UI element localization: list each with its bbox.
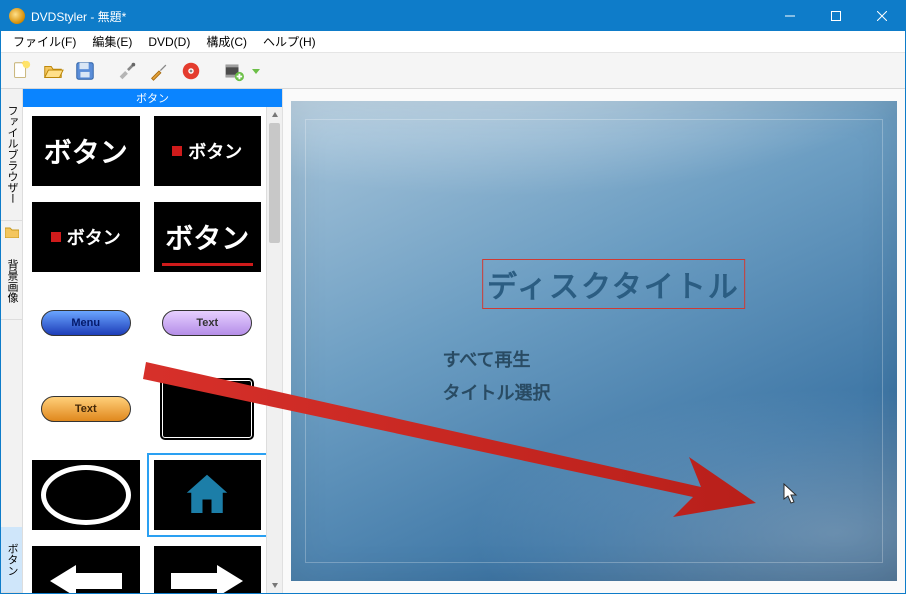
toolbar [1,53,905,89]
safe-area-frame [305,119,883,563]
btn-template-home[interactable] [151,457,265,533]
btn-template-text-orange[interactable]: Text [29,371,143,447]
scroll-up-icon[interactable] [267,107,282,123]
buttons-grid[interactable]: ボタン ボタン ボタン ボタン Menu Text Text Text Tex [23,107,266,593]
tool-save-icon[interactable] [71,57,99,85]
app-icon [9,8,25,24]
buttons-panel: ボタン ボタン ボタン ボタン ボタン Menu Text Text [23,89,283,593]
btn-template-ellipse[interactable] [29,457,143,533]
btn-template-label-underline[interactable]: ボタン [151,199,265,275]
btn-template-label-big[interactable]: ボタン [29,113,143,189]
body: ファイルブラウザー 背景画像 ボタン ボタン ボタン ボタン ボタン ボタン M… [1,89,905,593]
close-button[interactable] [859,1,905,31]
menu-edit[interactable]: 編集(E) [84,31,140,52]
mouse-cursor-icon [783,483,799,505]
btn-template-text-purple[interactable]: Text [151,285,265,361]
side-tab-buttons[interactable]: ボタン [1,527,22,593]
panel-title: ボタン [23,89,282,107]
maximize-button[interactable] [813,1,859,31]
window-controls [767,1,905,31]
scroll-thumb[interactable] [269,123,280,243]
menu-preview[interactable]: ディスクタイトル すべて再生 タイトル選択 [291,101,897,581]
tool-burn-icon[interactable] [177,57,205,85]
app-window: DVDStyler - 無題* ファイル(F) 編集(E) DVD(D) 構成(… [0,0,906,594]
tool-open-icon[interactable] [39,57,67,85]
side-tab-bg-images[interactable]: 背景画像 [1,243,22,320]
tool-settings-icon[interactable] [113,57,141,85]
menu-dvd[interactable]: DVD(D) [140,33,198,51]
menubar: ファイル(F) 編集(E) DVD(D) 構成(C) ヘルプ(H) [1,31,905,53]
tool-add-clip-dropdown[interactable] [251,57,261,85]
btn-template-arrow-right[interactable] [151,543,265,593]
btn-template-label-small-dot2[interactable]: ボタン [29,199,143,275]
menu-help[interactable]: ヘルプ(H) [255,31,324,52]
window-title: DVDStyler - 無題* [31,8,767,25]
menu-config[interactable]: 構成(C) [198,31,255,52]
btn-template-frame[interactable] [151,371,265,447]
side-tab-file-browser[interactable]: ファイルブラウザー [1,89,22,221]
btn-template-menu-blue[interactable]: Menu [29,285,143,361]
side-tabs: ファイルブラウザー 背景画像 ボタン [1,89,23,593]
scroll-down-icon[interactable] [267,577,282,593]
menu-title-select[interactable]: タイトル選択 [443,379,551,405]
panel-scrollbar[interactable] [266,107,282,593]
titlebar[interactable]: DVDStyler - 無題* [1,1,905,31]
menu-play-all[interactable]: すべて再生 [443,346,531,372]
btn-template-arrow-left[interactable] [29,543,143,593]
tool-new-icon[interactable] [7,57,35,85]
menu-canvas[interactable]: ディスクタイトル すべて再生 タイトル選択 [283,89,905,593]
folder-icon[interactable] [1,221,22,243]
disc-title-text[interactable]: ディスクタイトル [482,259,745,309]
btn-template-label-small-dot[interactable]: ボタン [151,113,265,189]
tool-add-clip-icon[interactable] [219,57,247,85]
scroll-track[interactable] [267,123,282,577]
menu-file[interactable]: ファイル(F) [5,31,84,52]
tool-options-icon[interactable] [145,57,173,85]
minimize-button[interactable] [767,1,813,31]
